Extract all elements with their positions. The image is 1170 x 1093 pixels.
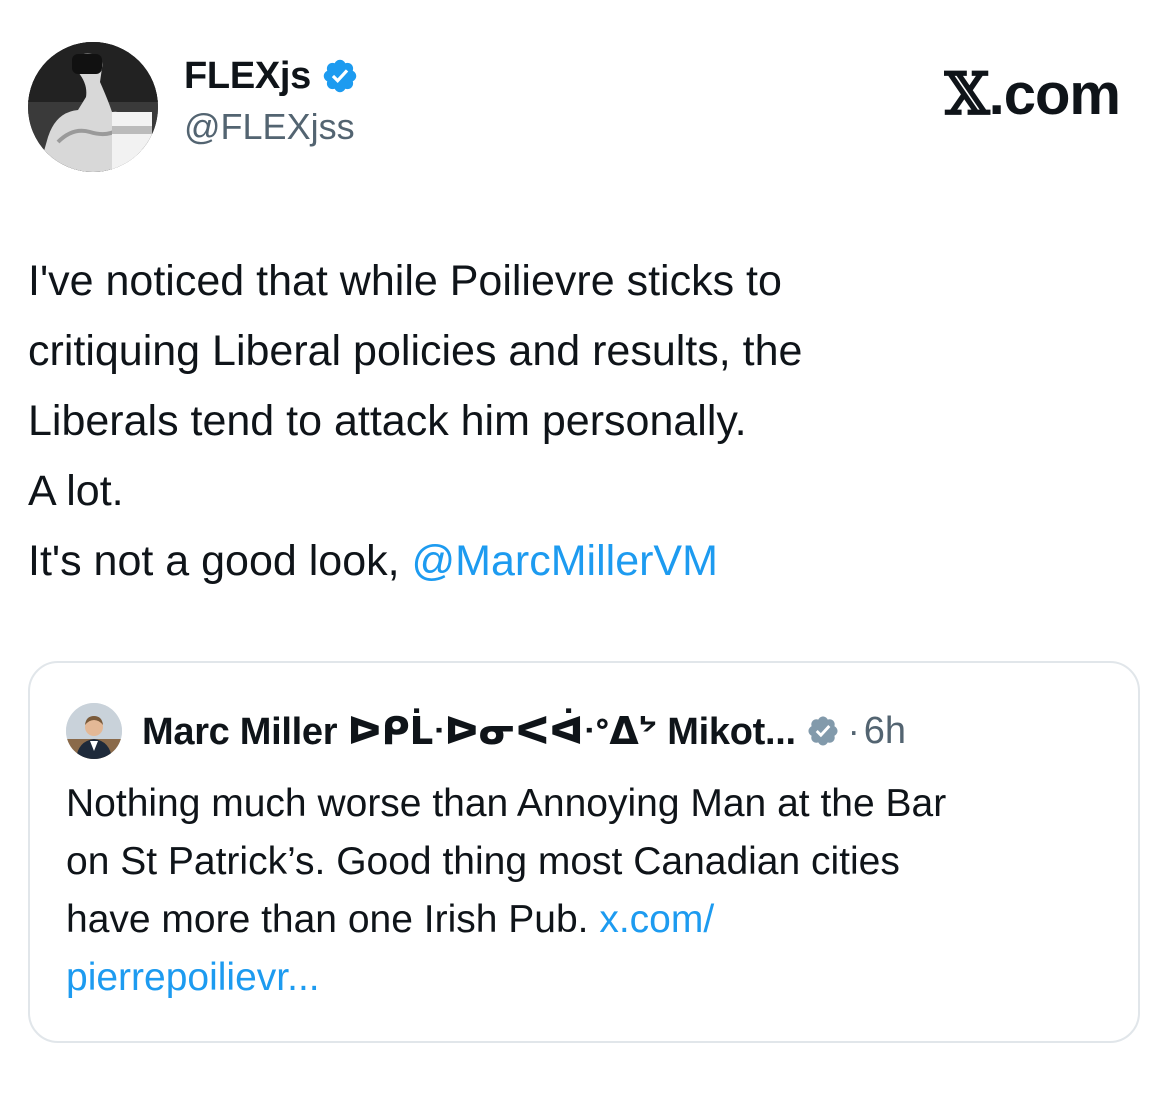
quoted-tweet-body: Nothing much worse than Annoying Man at … (66, 775, 1106, 1007)
verified-badge-icon (806, 714, 840, 748)
author-handle[interactable]: @FLEXjss (184, 106, 359, 148)
mention-link[interactable]: @MarcMillerVM (412, 537, 718, 585)
flexed-arm-avatar-icon (28, 42, 158, 172)
tweet-line: I've noticed that while Poilievre sticks… (28, 257, 782, 305)
tweet-line: A lot. (28, 467, 124, 515)
tweet-header: FLEXjs @FLEXjss 𝕏 .com (28, 42, 1142, 172)
tweet-line-last: It's not a good look, @MarcMillerVM (28, 526, 1128, 596)
author-avatar[interactable] (28, 42, 158, 172)
quoted-tweet-line-text: have more than one Irish Pub. (66, 898, 600, 941)
tweet-body: I've noticed that while Poilievre sticks… (28, 246, 1128, 596)
quoted-tweet-time[interactable]: 6h (864, 710, 906, 753)
brand-domain: .com (988, 61, 1121, 127)
quoted-tweet-card[interactable]: Marc Miller ᐅᑭᒫᐧᐅᓂᐸᐋᐧᐤᐃᔾ Mikot... · 6h N… (28, 661, 1140, 1043)
quoted-author-avatar[interactable] (66, 703, 122, 759)
quoted-tweet-line: Nothing much worse than Annoying Man at … (66, 782, 947, 825)
quoted-author-name[interactable]: Marc Miller ᐅᑭᒫᐧᐅᓂᐸᐋᐧᐤᐃᔾ Mikot... (142, 709, 796, 754)
author-display-name[interactable]: FLEXjs (184, 55, 311, 98)
author-info: FLEXjs @FLEXjss (184, 54, 359, 148)
quoted-tweet-line: have more than one Irish Pub. x.com/ (66, 891, 1106, 949)
quoted-tweet-line: on St Patrick’s. Good thing most Canadia… (66, 840, 900, 883)
x-com-logo: 𝕏 .com (944, 60, 1121, 128)
author-name-row: FLEXjs (184, 54, 359, 98)
quoted-tweet-link-continued[interactable]: pierrepoilievr... (66, 949, 1106, 1007)
x-logo-icon: 𝕏 (944, 60, 990, 128)
time-separator: · (847, 710, 860, 751)
tweet-line-text: It's not a good look, (28, 537, 412, 585)
tweet-line: critiquing Liberal policies and results,… (28, 327, 803, 375)
verified-badge-icon (321, 57, 359, 95)
man-in-suit-avatar-icon (66, 703, 122, 759)
quoted-tweet-header: Marc Miller ᐅᑭᒫᐧᐅᓂᐸᐋᐧᐤᐃᔾ Mikot... · 6h (66, 703, 906, 759)
quoted-tweet-link[interactable]: x.com/ (599, 898, 714, 941)
tweet-line: Liberals tend to attack him personally. (28, 397, 747, 445)
